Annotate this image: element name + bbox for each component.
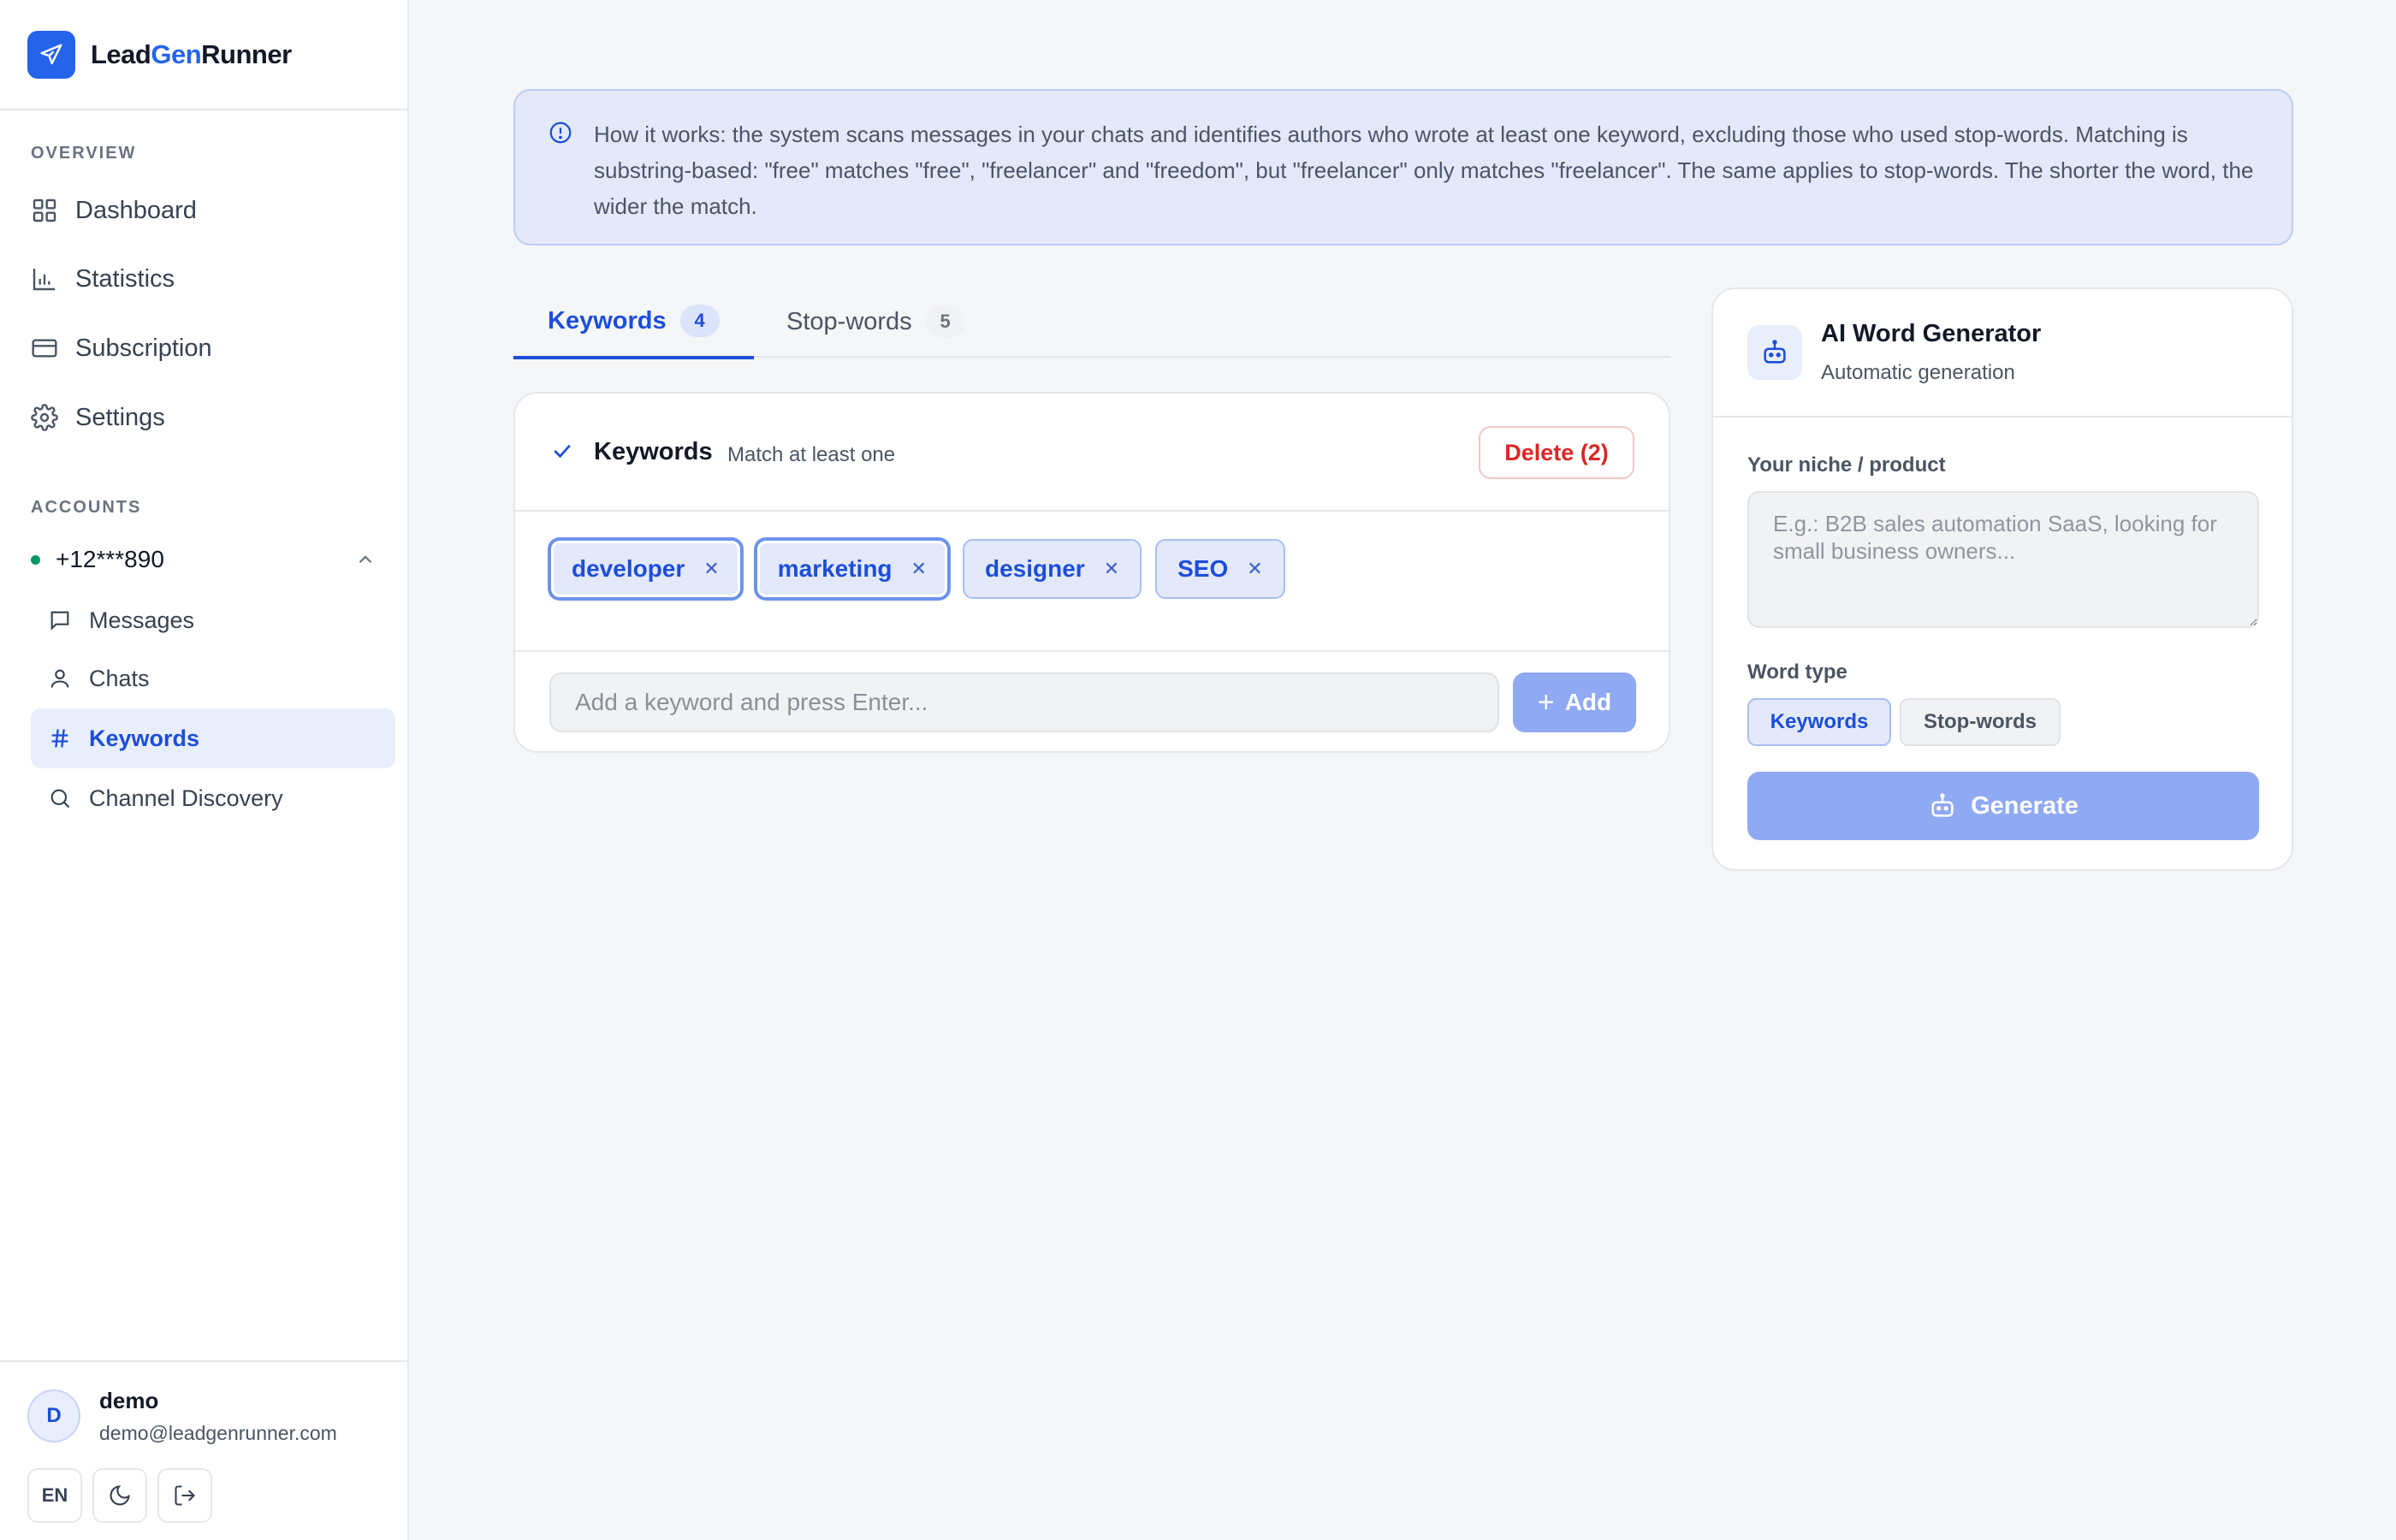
tab-count-badge: 5 <box>925 305 965 338</box>
status-dot <box>31 554 40 565</box>
bot-icon <box>1747 325 1802 380</box>
logout-button[interactable] <box>157 1468 212 1523</box>
sidebar-item-messages[interactable]: Messages <box>31 590 395 650</box>
ai-card-header: AI Word Generator Automatic generation <box>1713 289 2292 418</box>
keyword-chip[interactable]: designer ✕ <box>962 539 1142 599</box>
word-type-keywords[interactable]: Keywords <box>1747 698 1891 746</box>
brand-header: LeadGenRunner <box>0 0 407 110</box>
sidebar-item-channel-discovery[interactable]: Channel Discovery <box>31 768 395 828</box>
sidebar-item-label: Chats <box>89 665 150 691</box>
bar-chart-icon <box>33 269 55 291</box>
nav-label: Settings <box>75 403 165 431</box>
overview-label: OVERVIEW <box>31 144 137 163</box>
keywords-card-title: Keywords <box>594 438 713 465</box>
nav-label: Statistics <box>75 264 175 293</box>
nav-label: Subscription <box>75 334 212 362</box>
account-phone: +12***890 <box>56 546 164 572</box>
brand-name[interactable]: LeadGenRunner <box>91 39 292 70</box>
add-keyword-button[interactable]: + Add <box>1513 672 1636 732</box>
credit-card-icon <box>32 339 57 358</box>
paper-plane-icon <box>27 30 75 79</box>
chip-label: marketing <box>777 555 893 582</box>
user-block: D demo demo@leadgenrunner.com EN <box>0 1360 407 1540</box>
generate-label: Generate <box>1971 791 2079 820</box>
sidebar: LeadGenRunner OVERVIEW Dashboard Statist… <box>0 0 409 1540</box>
message-icon <box>50 611 69 631</box>
moon-icon <box>110 1485 130 1506</box>
keyword-chip[interactable]: developer ✕ <box>549 539 742 599</box>
keyword-chips: developer ✕ marketing ✕ designer ✕ SEO ✕ <box>549 539 1285 599</box>
sidebar-item-label: Channel Discovery <box>89 785 283 811</box>
gear-icon <box>31 404 58 431</box>
bot-icon <box>1931 793 1954 817</box>
close-icon[interactable]: ✕ <box>1104 558 1119 580</box>
sidebar-item-keywords[interactable]: Keywords <box>31 708 395 768</box>
sidebar-item-label: Keywords <box>89 725 200 751</box>
user-icon <box>50 669 69 688</box>
tab-keywords[interactable]: Keywords 4 <box>513 286 754 359</box>
chip-label: developer <box>572 555 685 582</box>
generate-button[interactable]: Generate <box>1747 772 2259 840</box>
add-label: Add <box>1564 689 1612 715</box>
user-name: demo <box>99 1388 159 1413</box>
close-icon[interactable]: ✕ <box>703 558 719 580</box>
grid-icon <box>33 198 56 222</box>
tab-label: Keywords <box>548 306 667 335</box>
ai-card-subtitle: Automatic generation <box>1821 361 2015 384</box>
niche-label: Your niche / product <box>1747 453 1946 477</box>
keyword-chip[interactable]: SEO ✕ <box>1155 539 1285 599</box>
chip-label: designer <box>984 555 1085 582</box>
chevron-up-icon <box>359 555 372 564</box>
delete-selected-button[interactable]: Delete (2) <box>1479 426 1634 479</box>
ai-generator-card: AI Word Generator Automatic generation Y… <box>1711 287 2293 871</box>
divider <box>515 650 1669 652</box>
sidebar-item-chats[interactable]: Chats <box>31 649 395 708</box>
keywords-card: Keywords Match at least one Delete (2) d… <box>513 392 1670 753</box>
tab-stop-words[interactable]: Stop-words 5 <box>786 286 965 358</box>
keyword-input[interactable] <box>549 672 1499 732</box>
tab-count-badge: 4 <box>679 305 720 337</box>
avatar[interactable]: D <box>27 1389 80 1442</box>
sidebar-item-label: Messages <box>89 607 195 633</box>
nav-dashboard[interactable]: Dashboard <box>31 185 197 236</box>
info-text: How it works: the system scans messages … <box>594 121 2254 219</box>
info-icon <box>549 121 572 144</box>
chip-label: SEO <box>1177 555 1229 582</box>
tab-label: Stop-words <box>786 307 912 335</box>
keywords-card-header: Keywords Match at least one Delete (2) <box>515 394 1669 512</box>
nav-subscription[interactable]: Subscription <box>31 323 212 374</box>
keyword-chip[interactable]: marketing ✕ <box>755 539 949 599</box>
word-type-stop-words[interactable]: Stop-words <box>1900 698 2061 746</box>
word-type-label: Word type <box>1747 660 1847 684</box>
check-icon <box>554 444 571 459</box>
close-icon[interactable]: ✕ <box>1247 558 1262 580</box>
nav-label: Dashboard <box>75 196 197 224</box>
close-icon[interactable]: ✕ <box>911 558 927 580</box>
keywords-card-subtitle: Match at least one <box>727 443 896 466</box>
nav-statistics[interactable]: Statistics <box>31 253 175 305</box>
niche-textarea[interactable] <box>1747 491 2259 628</box>
accounts-label: ACCOUNTS <box>31 498 142 517</box>
theme-toggle-button[interactable] <box>92 1468 147 1523</box>
language-button[interactable]: EN <box>27 1468 82 1523</box>
hash-icon <box>51 729 68 748</box>
nav-settings[interactable]: Settings <box>31 392 165 443</box>
info-banner: How it works: the system scans messages … <box>513 89 2293 246</box>
ai-card-title: AI Word Generator <box>1821 320 2042 347</box>
word-tabs: Keywords 4 Stop-words 5 <box>513 286 1670 359</box>
logout-icon <box>175 1485 195 1506</box>
search-icon <box>50 789 70 808</box>
plus-icon: + <box>1537 685 1555 719</box>
account-toggle[interactable]: +12***890 <box>31 536 377 583</box>
user-email: demo@leadgenrunner.com <box>99 1422 337 1444</box>
